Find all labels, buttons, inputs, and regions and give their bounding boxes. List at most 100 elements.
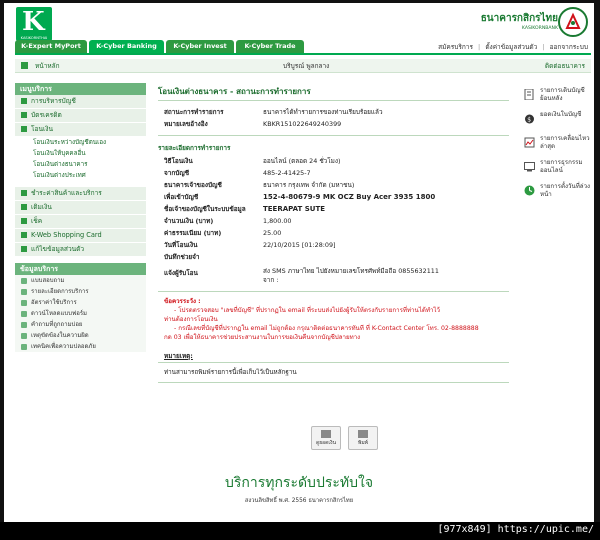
section-divider — [158, 362, 509, 363]
page-title: โอนเงินต่างธนาคาร - สถานะการทำรายการ — [158, 87, 311, 96]
detail-row: ธนาคารเจ้าของบัญชี ธนาคาร กรุงเทพ จำกัด (… — [158, 179, 509, 191]
tab-k-cyber-invest[interactable]: K-Cyber Invest — [166, 40, 234, 53]
register-link[interactable]: สมัครบริการ — [438, 43, 473, 51]
sidebar-item-label: การบริหารบัญชี — [31, 97, 76, 105]
caution-title: ข้อควรระวัง : — [164, 298, 201, 305]
quick-link-label: รายการธุรกรรมออนไลน์ — [540, 159, 583, 174]
kasikorn-logo[interactable]: K KASIKORNTHAI — [16, 7, 52, 41]
print-button[interactable]: พิมพ์ — [348, 426, 378, 450]
remark-title: หมายเหตุ: — [164, 352, 193, 360]
sidebar-item-top-up[interactable]: เติมเงิน — [15, 201, 146, 215]
info-item-label: อัตราค่าใช้บริการ — [31, 299, 77, 306]
sidebar-item-web-shopping-card[interactable]: K-Web Shopping Card — [15, 229, 146, 243]
quick-link-recent[interactable]: รายการเคลื่อนไหวล่าสุด — [520, 135, 594, 159]
detail-label: วิธีโอนเงิน — [164, 157, 193, 165]
home-link[interactable]: หน้าหลัก — [35, 61, 60, 71]
logout-link[interactable]: ออกจากระบบ — [550, 43, 588, 51]
reference-row: หมายเลขอ้างอิง KBKR151022649240399 — [158, 118, 509, 130]
quick-link-transactions[interactable]: รายการธุรกรรมออนไลน์ — [520, 159, 594, 183]
status-value: ธนาคารได้ทำรายการของท่านเรียบร้อยแล้ว — [263, 108, 383, 116]
balance-icon: $ — [525, 114, 534, 124]
document-icon — [21, 299, 27, 306]
star-icon — [21, 288, 27, 295]
info-item-errors[interactable]: เหตุขัดข้องในความผิด — [15, 330, 146, 341]
bank-name-th: ธนาคารกสิกรไทย — [480, 13, 558, 24]
detail-value: 152-4-80679-9 MK OCZ Buy Acer 3935 1800 — [263, 193, 436, 201]
user-name: บริบูรณ์ พูลกลาง — [283, 62, 330, 70]
view-balance-label: ดูยอดเงิน — [316, 440, 336, 446]
tab-k-cyber-banking[interactable]: K-Cyber Banking — [89, 40, 164, 53]
lock-icon — [21, 343, 27, 350]
info-item-label: คำถามที่ถูกถามบ่อย — [31, 321, 83, 328]
top-links: สมัครบริการ | ตั้งค่าข้อมูลส่วนตัว | ออก… — [435, 42, 588, 52]
detail-value: TEERAPAT SUTE — [263, 205, 326, 213]
breadcrumb-bar: หน้าหลัก บริบูรณ์ พูลกลาง ติดต่อธนาคาร — [15, 59, 591, 73]
quick-link-scheduled[interactable]: รายการตั้งวันที่ล่วงหน้า — [520, 183, 594, 207]
detail-value: 485-2-41425-7 — [263, 169, 311, 177]
bullet-icon — [21, 218, 27, 224]
sidebar-item-transfer[interactable]: โอนเงิน — [15, 123, 146, 137]
footer-slogan: บริการทุกระดับประทับใจ — [224, 475, 374, 491]
info-item-fees[interactable]: อัตราค่าใช้บริการ — [15, 297, 146, 308]
notify-line-2: จาก : — [263, 276, 279, 284]
detail-label: วันที่โอนเงิน — [164, 241, 198, 249]
separator: | — [478, 43, 481, 51]
sidebar-item-account-management[interactable]: การบริหารบัญชี — [15, 95, 146, 109]
quick-link-balance[interactable]: $ ยอดเงินในบัญชี — [520, 111, 594, 135]
bullet-icon — [21, 190, 27, 196]
detail-row: วันที่โอนเงิน 22/10/2015 [01:28:09] — [158, 239, 509, 251]
bank-seal-icon — [558, 7, 588, 37]
sidebar-subitem-other-bank[interactable]: โอนเงินต่างธนาคาร — [15, 159, 146, 170]
section-divider — [158, 135, 509, 136]
info-item-label: เทคนิคเพื่อความปลอดภัย — [31, 343, 96, 350]
info-item-service-details[interactable]: รายละเอียดการบริการ — [15, 286, 146, 297]
info-item-download-forms[interactable]: ดาวน์โหลดแบบฟอร์ม — [15, 308, 146, 319]
tab-k-expert-myport[interactable]: K-Expert MyPort — [15, 40, 87, 53]
page-frame: K KASIKORNTHAI ธนาคารกสิกรไทย KASIKORNBA… — [4, 3, 594, 522]
info-item-security-tips[interactable]: เทคนิคเพื่อความปลอดภัย — [15, 341, 146, 352]
sidebar-subitem-other-person[interactable]: โอนเงินให้บุคคลอื่น — [15, 148, 146, 159]
sidebar-item-cheque[interactable]: เช็ค — [15, 215, 146, 229]
caution-line: กด 03 เพื่อให้ธนาคารช่วยประสานงานในการขอ… — [164, 334, 361, 341]
quick-link-statement[interactable]: รายการเดินบัญชีย้อนหลัง — [520, 87, 594, 111]
notify-line-1: ส่ง SMS ภาษาไทย ไปยังหมายเลขโทรศัพท์มือถ… — [263, 267, 439, 275]
view-balance-button[interactable]: ดูยอดเงิน — [311, 426, 341, 450]
info-item-survey[interactable]: แบบสอบถาม — [15, 275, 146, 286]
sidebar-item-edit-profile[interactable]: แก้ไขข้อมูลส่วนตัว — [15, 243, 146, 257]
bullet-icon — [21, 126, 27, 132]
detail-row: จากบัญชี 485-2-41425-7 — [158, 167, 509, 179]
detail-value: ธนาคาร กรุงเทพ จำกัด (มหาชน) — [263, 181, 355, 189]
info-item-label: แบบสอบถาม — [31, 277, 65, 284]
notify-label: แจ้งผู้รับโอน — [164, 269, 198, 277]
info-title: ข้อมูลบริการ — [15, 263, 146, 275]
profile-settings-link[interactable]: ตั้งค่าข้อมูลส่วนตัว — [485, 43, 537, 51]
bullet-icon — [21, 204, 27, 210]
bullet-icon — [21, 232, 27, 238]
quick-link-label: รายการตั้งวันที่ล่วงหน้า — [540, 183, 591, 198]
download-icon — [21, 310, 27, 317]
bank-name-en: KASIKORNBANK — [521, 26, 558, 31]
sidebar-item-label: บัตรเครดิต — [31, 111, 62, 119]
reference-value: KBKR151022649240399 — [263, 120, 342, 128]
balance-icon — [321, 430, 331, 438]
separator: | — [542, 43, 545, 51]
menu-title: เมนูบริการ — [15, 83, 146, 95]
sidebar: เมนูบริการ การบริหารบัญชี บัตรเครดิต โอน… — [15, 83, 146, 352]
quick-links: รายการเดินบัญชีย้อนหลัง $ ยอดเงินในบัญชี… — [520, 87, 594, 207]
quick-link-label: ยอดเงินในบัญชี — [540, 111, 582, 118]
home-icon[interactable] — [21, 62, 28, 69]
section-divider — [158, 382, 509, 383]
tab-k-cyber-trade[interactable]: K-Cyber Trade — [236, 40, 304, 53]
info-item-faq[interactable]: คำถามที่ถูกถามบ่อย — [15, 319, 146, 330]
caution-line: ท่านต้องการโอนเงิน — [164, 316, 218, 323]
printer-icon — [358, 430, 368, 438]
detail-row: จำนวนเงิน (บาท) 1,800.00 — [158, 215, 509, 227]
sidebar-subitem-own-account[interactable]: โอนเงินระหว่างบัญชีตนเอง — [15, 137, 146, 148]
detail-value: 1,800.00 — [263, 217, 292, 225]
detail-label: ชื่อเจ้าของบัญชีในระบบข้อมูล — [164, 205, 246, 213]
bank-name: ธนาคารกสิกรไทย KASIKORNBANK — [481, 11, 558, 31]
sidebar-item-credit-card[interactable]: บัตรเครดิต — [15, 109, 146, 123]
contact-bank-link[interactable]: ติดต่อธนาคาร — [545, 61, 585, 71]
sidebar-item-bill-payment[interactable]: ชำระค่าสินค้าและบริการ — [15, 187, 146, 201]
sidebar-subitem-international[interactable]: โอนเงินต่างประเทศ — [15, 170, 146, 181]
